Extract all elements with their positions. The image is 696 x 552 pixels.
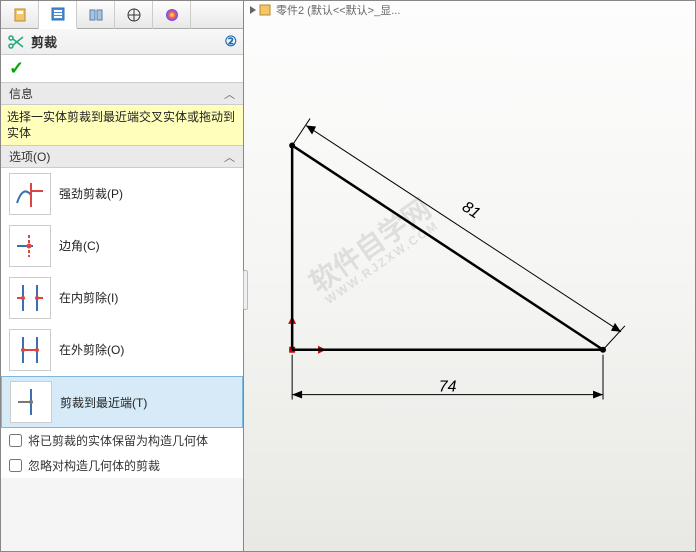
help-icon[interactable]: ②	[224, 33, 237, 50]
option-trim-outside[interactable]: 在外剪除(O)	[1, 324, 243, 376]
panel-resize-handle[interactable]	[243, 270, 248, 310]
dimension-base[interactable]: 74	[292, 355, 603, 400]
sketch-canvas[interactable]: 81 74	[244, 1, 695, 551]
option-trim-inside[interactable]: 在内剪除(I)	[1, 272, 243, 324]
option-label: 剪裁到最近端(T)	[60, 394, 147, 411]
panel-tab-strip	[1, 1, 243, 29]
checkbox-label: 将已剪裁的实体保留为构造几何体	[28, 432, 208, 449]
checkbox-keep-construction[interactable]: 将已剪裁的实体保留为构造几何体	[1, 428, 243, 453]
collapse-icon: ︿	[224, 149, 235, 165]
option-label: 在外剪除(O)	[59, 341, 124, 358]
info-section-header[interactable]: 信息 ︿	[1, 83, 243, 105]
checkbox-input[interactable]	[9, 459, 22, 472]
trim-nearest-icon	[10, 381, 52, 423]
panel-title-row: 剪裁 ②	[1, 29, 243, 55]
corner-icon	[9, 225, 51, 267]
confirm-row: ✓	[1, 55, 243, 83]
option-power-trim[interactable]: 强劲剪裁(P)	[1, 168, 243, 220]
options-header-label: 选项(O)	[9, 148, 50, 165]
dimension-hypotenuse[interactable]: 81	[292, 119, 625, 350]
trim-outside-icon	[9, 329, 51, 371]
tab-property-manager[interactable]	[39, 1, 77, 29]
checkbox-input[interactable]	[9, 434, 22, 447]
tab-appearance[interactable]	[153, 1, 191, 29]
panel-title: 剪裁	[31, 32, 224, 51]
trim-inside-icon	[9, 277, 51, 319]
power-trim-icon	[9, 173, 51, 215]
trim-options-list: 强劲剪裁(P) 边角(C) 在内剪除(I) 在外剪除(O)	[1, 168, 243, 428]
graphics-viewport[interactable]: 零件2 (默认<<默认>_显... 软件自学网 WWW.RJZXW.COM	[244, 1, 695, 551]
scissors-icon	[7, 33, 25, 51]
tab-configurations[interactable]	[77, 1, 115, 29]
options-section-header[interactable]: 选项(O) ︿	[1, 146, 243, 168]
sketch-origin	[288, 316, 326, 354]
property-panel: 剪裁 ② ✓ 信息 ︿ 选择一实体剪裁到最近端交叉实体或拖动到实体 选项(O) …	[1, 1, 244, 551]
dim-value: 74	[439, 379, 457, 396]
sketch-triangle[interactable]	[289, 142, 606, 352]
option-corner[interactable]: 边角(C)	[1, 220, 243, 272]
option-label: 边角(C)	[59, 237, 100, 254]
collapse-icon: ︿	[224, 86, 235, 102]
option-trim-nearest[interactable]: 剪裁到最近端(T)	[1, 376, 243, 428]
tab-feature-tree[interactable]	[1, 1, 39, 29]
option-label: 在内剪除(I)	[59, 289, 118, 306]
info-header-label: 信息	[9, 85, 33, 102]
info-message: 选择一实体剪裁到最近端交叉实体或拖动到实体	[1, 105, 243, 146]
checkbox-label: 忽略对构造几何体的剪裁	[28, 457, 160, 474]
tab-dimxpert[interactable]	[115, 1, 153, 29]
checkbox-ignore-construction[interactable]: 忽略对构造几何体的剪裁	[1, 453, 243, 478]
ok-button[interactable]: ✓	[9, 58, 24, 79]
option-label: 强劲剪裁(P)	[59, 185, 123, 202]
dim-value: 81	[459, 198, 483, 222]
